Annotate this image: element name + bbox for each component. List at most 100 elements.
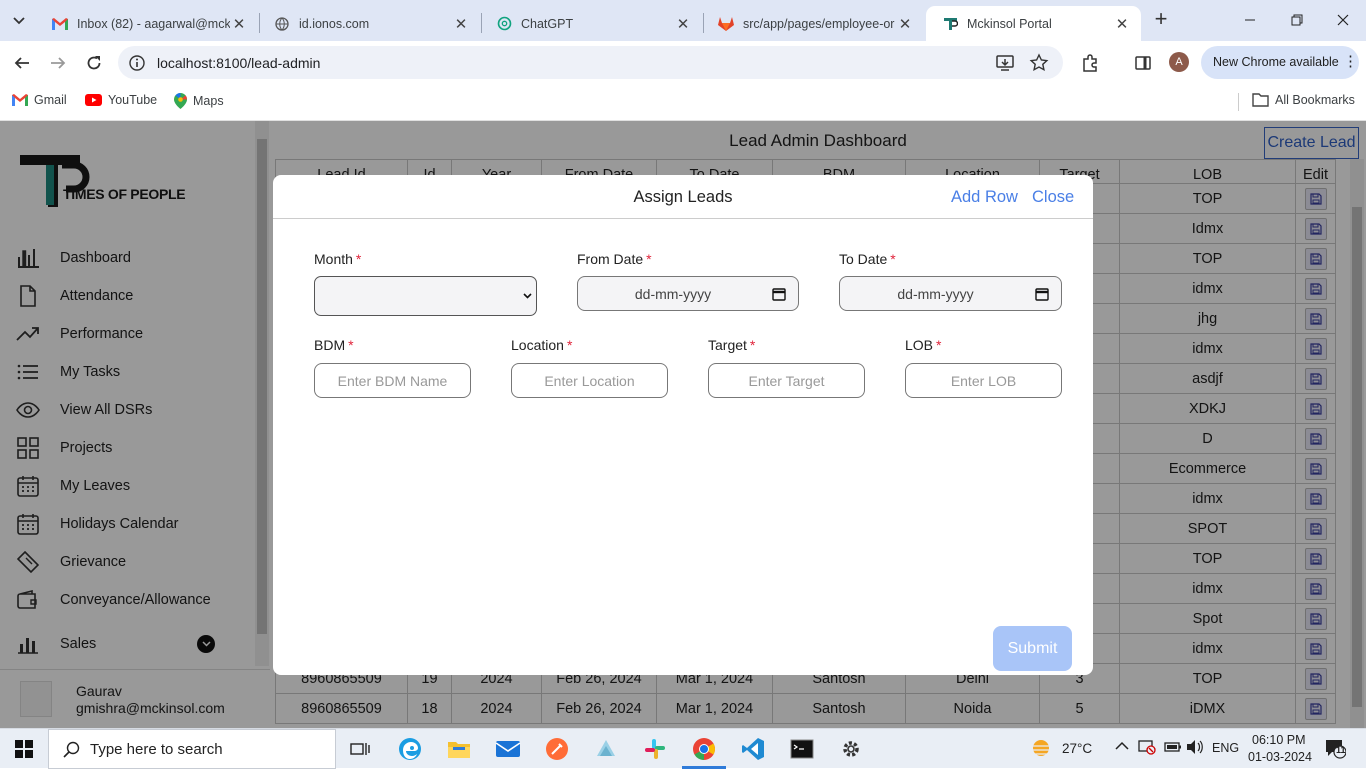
minimize-button[interactable] [1240, 10, 1260, 30]
clock-date[interactable]: 01-03-2024 [1248, 750, 1312, 764]
windows-logo-icon [15, 740, 33, 758]
submit-button[interactable]: Submit [993, 626, 1072, 671]
start-button[interactable] [10, 735, 38, 763]
modal-header: Assign Leads Add Row Close [273, 175, 1093, 219]
close-tab-icon[interactable]: ✕ [452, 15, 470, 33]
mail-icon[interactable] [494, 735, 522, 763]
settings-gear-icon[interactable] [837, 735, 865, 763]
tab-title: id.ionos.com [299, 16, 370, 31]
restore-button[interactable] [1287, 10, 1307, 30]
app-viewport: TIMES OF PEOPLE Dashboard Attendance Per… [0, 121, 1366, 728]
window-close-button[interactable] [1333, 10, 1353, 30]
side-panel-button[interactable] [1131, 51, 1155, 75]
network-icon[interactable] [1138, 739, 1156, 758]
edge-icon[interactable] [396, 735, 424, 763]
reload-icon [87, 56, 101, 70]
bookmark-maps[interactable]: Maps [174, 93, 224, 109]
tab-title: Mckinsol Portal [967, 16, 1052, 31]
close-tab-icon[interactable]: ✕ [896, 15, 914, 33]
globe-icon [274, 16, 290, 32]
tab-gitlab[interactable]: src/app/pages/employee-or ✕ [702, 6, 924, 41]
app-icon[interactable] [592, 735, 620, 763]
close-tab-icon[interactable]: ✕ [674, 15, 692, 33]
volume-icon[interactable] [1186, 739, 1204, 758]
clock-time[interactable]: 06:10 PM [1252, 733, 1306, 747]
new-tab-button[interactable]: + [1150, 8, 1172, 31]
reload-button[interactable] [82, 51, 106, 75]
maps-pin-icon [174, 93, 187, 109]
notifications-icon[interactable]: 11 [1324, 737, 1347, 762]
tab-gmail[interactable]: Inbox (82) - aagarwal@mckin ✕ [36, 6, 258, 41]
from-date-label: From Date * [577, 251, 652, 267]
close-tab-icon[interactable]: ✕ [1113, 15, 1131, 33]
assign-leads-modal: Assign Leads Add Row Close Month * From D… [273, 175, 1093, 675]
vscode-icon[interactable] [739, 735, 767, 763]
install-app-icon[interactable] [995, 53, 1015, 76]
address-bar[interactable]: localhost:8100/lead-admin [118, 46, 1063, 79]
side-panel-icon [1135, 56, 1151, 70]
browser-toolbar: localhost:8100/lead-admin A New Chrome a… [0, 41, 1366, 84]
bookmark-gmail[interactable]: Gmail [12, 93, 67, 107]
to-date-label: To Date * [839, 251, 896, 267]
target-input[interactable]: Enter Target [708, 363, 865, 398]
weather-icon[interactable] [1030, 738, 1052, 761]
all-bookmarks[interactable]: All Bookmarks [1252, 93, 1355, 107]
minimize-icon [1245, 19, 1255, 21]
chatgpt-icon [496, 16, 512, 32]
slack-icon[interactable] [641, 735, 669, 763]
site-info-icon[interactable] [127, 53, 147, 73]
extensions-button[interactable] [1078, 51, 1102, 75]
youtube-icon [85, 94, 102, 106]
puzzle-icon [1083, 54, 1097, 72]
search-icon [63, 741, 80, 758]
month-select[interactable] [314, 276, 537, 316]
new-chrome-label: New Chrome available [1213, 55, 1339, 69]
lob-input[interactable]: Enter LOB [905, 363, 1062, 398]
file-explorer-icon[interactable] [445, 735, 473, 763]
location-label: Location * [511, 337, 573, 353]
browser-tab-strip: Inbox (82) - aagarwal@mckin ✕ id.ionos.c… [0, 0, 1366, 41]
chrome-icon[interactable] [690, 735, 718, 763]
tray-chevron-up-icon[interactable] [1115, 740, 1129, 754]
calendar-icon[interactable] [1035, 287, 1049, 304]
gitlab-icon [718, 16, 734, 32]
close-button[interactable]: Close [1032, 188, 1074, 207]
close-icon [1337, 14, 1349, 26]
chevron-down-icon [523, 293, 532, 299]
tab-ionos[interactable]: id.ionos.com ✕ [258, 6, 480, 41]
windows-taskbar: Type here to search 27°C ENG 06:10 PM 01… [0, 728, 1366, 769]
postman-icon[interactable] [543, 735, 571, 763]
forward-button[interactable] [46, 51, 70, 75]
calendar-icon[interactable] [772, 287, 786, 304]
close-tab-icon[interactable]: ✕ [230, 15, 248, 33]
bookmark-youtube[interactable]: YouTube [85, 93, 157, 107]
terminal-icon[interactable] [788, 735, 816, 763]
from-date-input[interactable]: dd-mm-yyyy [577, 276, 799, 311]
profile-avatar[interactable]: A [1169, 52, 1189, 72]
month-label: Month * [314, 251, 362, 267]
tab-mckinsol-portal[interactable]: Mckinsol Portal ✕ [926, 6, 1141, 41]
tab-title: Inbox (82) - aagarwal@mckin [77, 16, 230, 31]
search-placeholder: Type here to search [90, 740, 223, 758]
back-arrow-icon [14, 57, 29, 69]
back-button[interactable] [10, 51, 34, 75]
language-indicator[interactable]: ENG [1212, 741, 1239, 755]
add-row-button[interactable]: Add Row [951, 188, 1018, 207]
target-label: Target * [708, 337, 756, 353]
bookmark-star-icon[interactable] [1029, 53, 1049, 76]
weather-temp[interactable]: 27°C [1062, 741, 1092, 756]
restore-icon [1291, 14, 1303, 26]
lob-label: LOB * [905, 337, 942, 353]
tab-title: ChatGPT [521, 16, 574, 31]
location-input[interactable]: Enter Location [511, 363, 668, 398]
to-date-input[interactable]: dd-mm-yyyy [839, 276, 1062, 311]
bdm-input[interactable]: Enter BDM Name [314, 363, 471, 398]
taskbar-search[interactable]: Type here to search [48, 729, 336, 769]
gmail-icon [52, 16, 68, 32]
new-chrome-available-button[interactable]: New Chrome available ⋮ [1201, 46, 1359, 79]
tab-chatgpt[interactable]: ChatGPT ✕ [480, 6, 702, 41]
chevron-down-icon [13, 17, 25, 25]
task-view-icon[interactable] [346, 735, 374, 763]
tab-search-button[interactable] [8, 10, 30, 32]
battery-icon[interactable] [1164, 741, 1182, 756]
